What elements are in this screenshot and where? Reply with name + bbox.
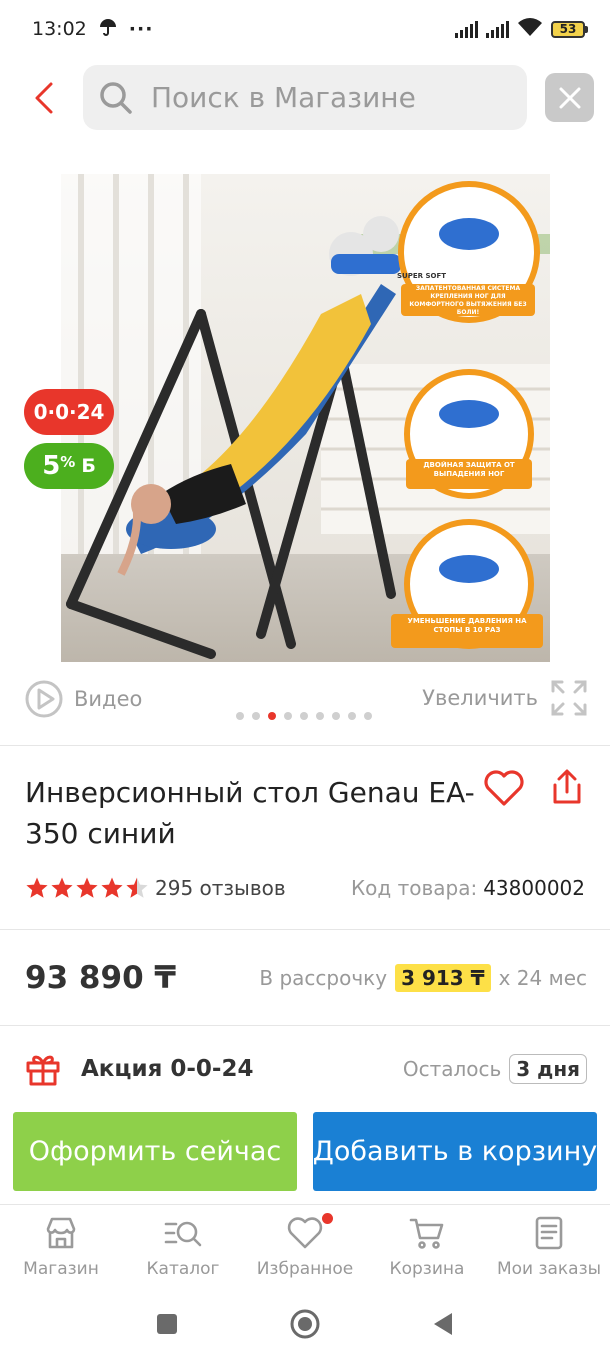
sku: Код товара: 43800002	[351, 876, 585, 900]
back-triangle-icon[interactable]	[431, 1311, 455, 1337]
share-button[interactable]	[548, 768, 586, 808]
image-caption-1: ЗАПАТЕНТОВАННАЯ СИСТЕМА КРЕПЛЕНИЯ НОГ ДЛ…	[409, 285, 527, 316]
product-price: 93 890 ₸	[25, 960, 177, 996]
signal-icon	[455, 20, 478, 38]
nav-label-catalog: Каталог	[146, 1259, 220, 1279]
product-image[interactable]: SUPER SOFT ЗАПАТЕНТОВАННАЯ СИСТЕМА КРЕПЛ…	[61, 174, 550, 662]
installment-amount: 3 913 ₸	[395, 964, 491, 992]
sku-value: 43800002	[483, 876, 585, 900]
close-icon	[559, 87, 580, 108]
pagination-dot[interactable]	[348, 712, 356, 720]
pagination-dot[interactable]	[332, 712, 340, 720]
divider	[0, 1025, 610, 1026]
star-icon	[26, 877, 48, 898]
clear-search-button[interactable]	[545, 73, 594, 122]
promo-row[interactable]: Акция 0-0-24 Осталось 3 дня	[25, 1047, 587, 1091]
image-pagination[interactable]	[236, 712, 372, 720]
rating-row: 295 отзывов Код товара: 43800002	[25, 872, 585, 904]
signal-icon-2	[486, 20, 509, 38]
star-icon	[76, 877, 98, 898]
buy-now-button[interactable]: Оформить сейчас	[13, 1112, 297, 1191]
bonus-unit: Б	[81, 455, 96, 477]
pagination-dot[interactable]	[364, 712, 372, 720]
system-navigation	[0, 1292, 610, 1356]
zoom-button[interactable]: Увеличить	[422, 679, 588, 717]
status-bar: 13:02 ··· 53	[0, 0, 610, 58]
nav-label-cart: Корзина	[389, 1259, 465, 1279]
umbrella-icon	[99, 18, 117, 41]
nav-item-store[interactable]: Магазин	[0, 1205, 122, 1290]
nav-label-store: Магазин	[23, 1259, 99, 1279]
image-caption-2: ДВОЙНАЯ ЗАЩИТА ОТ ВЫПАДЕНИЯ НОГ	[423, 461, 515, 478]
nav-label-favorites: Избранное	[256, 1259, 354, 1279]
play-icon	[25, 680, 63, 718]
bonus-percent-sign: %	[60, 453, 76, 471]
zoom-label: Увеличить	[422, 686, 538, 710]
share-icon	[553, 769, 581, 804]
divider	[0, 745, 610, 746]
promo-badge: 0·0·24	[24, 389, 114, 435]
pagination-dot[interactable]	[284, 712, 292, 720]
star-icon	[51, 877, 73, 898]
installment-label: В рассрочку	[259, 966, 388, 990]
nav-item-cart[interactable]: Корзина	[366, 1205, 488, 1290]
video-label: Видео	[74, 687, 143, 711]
divider	[0, 929, 610, 930]
bonus-percent: 5	[42, 451, 61, 481]
orders-icon	[535, 1216, 563, 1250]
add-to-favorites-button[interactable]	[482, 768, 526, 808]
nav-item-catalog[interactable]: Каталог	[122, 1205, 244, 1290]
star-icon	[101, 877, 123, 898]
more-notifications-icon: ···	[128, 18, 154, 40]
promo-remaining: Осталось 3 дня	[403, 1054, 587, 1084]
remaining-label: Осталось	[402, 1057, 502, 1081]
pagination-dot[interactable]	[316, 712, 324, 720]
search-header: Поиск в Магазине	[0, 62, 610, 134]
price-row: 93 890 ₸ В рассрочку 3 913 ₸ х 24 мес	[25, 955, 587, 1001]
installment-term: х 24 мес	[498, 966, 587, 990]
catalog-search-icon	[164, 1221, 202, 1247]
store-icon	[46, 1217, 76, 1249]
bottom-navigation: Магазин Каталог Избранное Корзина Мои за…	[0, 1204, 610, 1290]
nav-item-favorites[interactable]: Избранное	[244, 1205, 366, 1290]
super-soft-label: SUPER SOFT	[397, 272, 446, 280]
battery-icon: 53	[551, 20, 588, 38]
search-input[interactable]: Поиск в Магазине	[83, 65, 527, 130]
notification-dot	[322, 1213, 333, 1224]
nav-label-orders: Мои заказы	[496, 1259, 602, 1279]
bonus-badge: 5% Б	[24, 443, 114, 489]
home-icon[interactable]	[289, 1308, 321, 1340]
product-illustration: SUPER SOFT ЗАПАТЕНТОВАННАЯ СИСТЕМА КРЕПЛ…	[61, 174, 550, 662]
remaining-days: 3 дня	[509, 1054, 587, 1084]
nav-item-orders[interactable]: Мои заказы	[488, 1205, 610, 1290]
search-icon	[100, 81, 132, 114]
expand-icon	[551, 680, 587, 716]
promo-title: Акция 0-0-24	[81, 1056, 254, 1082]
gift-icon	[26, 1055, 60, 1086]
rating-stars	[25, 876, 149, 900]
image-caption-3: УМЕНЬШЕНИЕ ДАВЛЕНИЯ НА СТОПЫ В 10 РАЗ	[407, 617, 527, 634]
heart-outline-icon	[287, 1217, 323, 1249]
chevron-left-icon	[35, 82, 53, 114]
back-button[interactable]	[26, 76, 62, 120]
star-icon	[126, 877, 148, 898]
product-title: Инверсионный стол Genau EA-350 синий	[25, 776, 475, 850]
clock: 13:02	[32, 18, 87, 40]
search-placeholder: Поиск в Магазине	[151, 81, 416, 114]
pagination-dot[interactable]	[252, 712, 260, 720]
wifi-icon	[517, 17, 543, 42]
heart-icon	[484, 770, 524, 806]
pagination-dot[interactable]	[300, 712, 308, 720]
pagination-dot[interactable]	[268, 712, 276, 720]
video-button[interactable]: Видео	[24, 679, 142, 719]
reviews-link[interactable]: 295 отзывов	[155, 876, 286, 900]
pagination-dot[interactable]	[236, 712, 244, 720]
recent-apps-icon[interactable]	[155, 1312, 179, 1336]
add-to-cart-button[interactable]: Добавить в корзину	[313, 1112, 597, 1191]
cart-icon	[409, 1218, 444, 1249]
installment-info[interactable]: В рассрочку 3 913 ₸ х 24 мес	[259, 964, 587, 992]
sku-label: Код товара:	[350, 876, 478, 900]
battery-level: 53	[551, 20, 585, 38]
media-row: Видео Увеличить	[0, 676, 610, 724]
